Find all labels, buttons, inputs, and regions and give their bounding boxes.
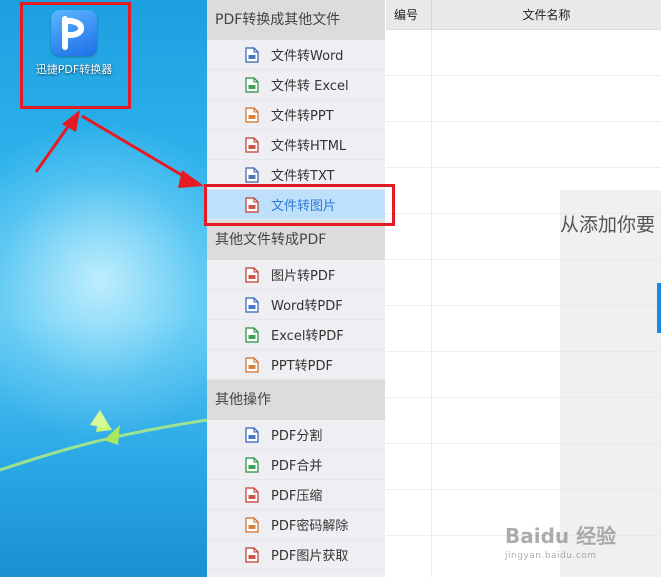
drop-hint-text: 从添加你要 bbox=[560, 214, 656, 236]
pdf-image-extract-icon bbox=[245, 546, 259, 563]
watermark-main: Baidu 经验 bbox=[505, 524, 617, 548]
menu-item-excel-file[interactable]: 文件转 Excel bbox=[207, 70, 385, 100]
menu-item-pdf-image-extract[interactable]: PDF图片获取 bbox=[207, 540, 385, 570]
highlight-box-app-icon bbox=[20, 2, 131, 109]
table-header: 编号 文件名称 bbox=[386, 0, 661, 30]
pdf-unlock-icon bbox=[245, 516, 259, 533]
ppt-file-icon bbox=[245, 356, 259, 373]
menu-item-label: 文件转 Excel bbox=[271, 79, 349, 94]
menu-item-word-file[interactable]: 文件转Word bbox=[207, 40, 385, 70]
menu-item-label: PDF图片获取 bbox=[271, 549, 349, 564]
table-row bbox=[386, 122, 661, 168]
ppt-file-icon bbox=[245, 106, 259, 123]
pdf-merge-icon bbox=[245, 456, 259, 473]
column-header-number[interactable]: 编号 bbox=[386, 0, 432, 29]
txt-file-icon bbox=[245, 166, 259, 183]
menu-section-title: 其他文件转成PDF bbox=[207, 220, 385, 260]
excel-file-icon bbox=[245, 326, 259, 343]
word-file-icon bbox=[245, 296, 259, 313]
menu-item-ppt-file[interactable]: PPT转PDF bbox=[207, 350, 385, 380]
highlight-box-menu-item bbox=[204, 184, 395, 226]
html-file-icon bbox=[245, 136, 259, 153]
menu-item-label: PDF分割 bbox=[271, 429, 323, 444]
add-file-button-edge[interactable] bbox=[657, 283, 661, 333]
menu-item-label: Excel转PDF bbox=[271, 329, 344, 344]
menu-item-excel-file[interactable]: Excel转PDF bbox=[207, 320, 385, 350]
menu-item-image-file[interactable]: 图片转PDF bbox=[207, 260, 385, 290]
baidu-watermark: Baidu 经验 jingyan.baidu.com bbox=[505, 520, 616, 561]
table-row bbox=[386, 76, 661, 122]
menu-item-label: Word转PDF bbox=[271, 299, 343, 314]
menu-item-label: PDF合并 bbox=[271, 459, 323, 474]
pdf-compress-icon bbox=[245, 486, 259, 503]
menu-item-label: PPT转PDF bbox=[271, 359, 333, 374]
menu-item-pdf-unlock[interactable]: PDF密码解除 bbox=[207, 510, 385, 540]
conversion-menu: PDF转换成其他文件文件转Word 文件转 Excel 文件转PPT 文件转HTML 文… bbox=[207, 0, 385, 577]
menu-item-label: 图片转PDF bbox=[271, 269, 336, 284]
table-row bbox=[386, 30, 661, 76]
menu-item-label: PDF压缩 bbox=[271, 489, 323, 504]
menu-section-title: 其他操作 bbox=[207, 380, 385, 420]
menu-item-word-file[interactable]: Word转PDF bbox=[207, 290, 385, 320]
menu-item-pdf-compress[interactable]: PDF压缩 bbox=[207, 480, 385, 510]
menu-item-label: 文件转Word bbox=[271, 49, 344, 64]
grass-decoration bbox=[0, 410, 207, 472]
menu-item-pdf-split[interactable]: PDF分割 bbox=[207, 420, 385, 450]
menu-item-label: 文件转PPT bbox=[271, 109, 334, 124]
menu-item-label: 文件转TXT bbox=[271, 169, 335, 184]
menu-section-title: PDF转换成其他文件 bbox=[207, 0, 385, 40]
image-file-icon bbox=[245, 266, 259, 283]
watermark-sub: jingyan.baidu.com bbox=[505, 551, 597, 561]
menu-item-label: PDF密码解除 bbox=[271, 519, 349, 534]
menu-item-label: 文件转HTML bbox=[271, 139, 347, 154]
excel-file-icon bbox=[245, 76, 259, 93]
word-file-icon bbox=[245, 46, 259, 63]
menu-item-html-file[interactable]: 文件转HTML bbox=[207, 130, 385, 160]
pdf-split-icon bbox=[245, 426, 259, 443]
column-header-filename[interactable]: 文件名称 bbox=[432, 0, 661, 29]
menu-item-pdf-merge[interactable]: PDF合并 bbox=[207, 450, 385, 480]
drop-zone-overlay[interactable] bbox=[560, 190, 661, 577]
menu-item-ppt-file[interactable]: 文件转PPT bbox=[207, 100, 385, 130]
